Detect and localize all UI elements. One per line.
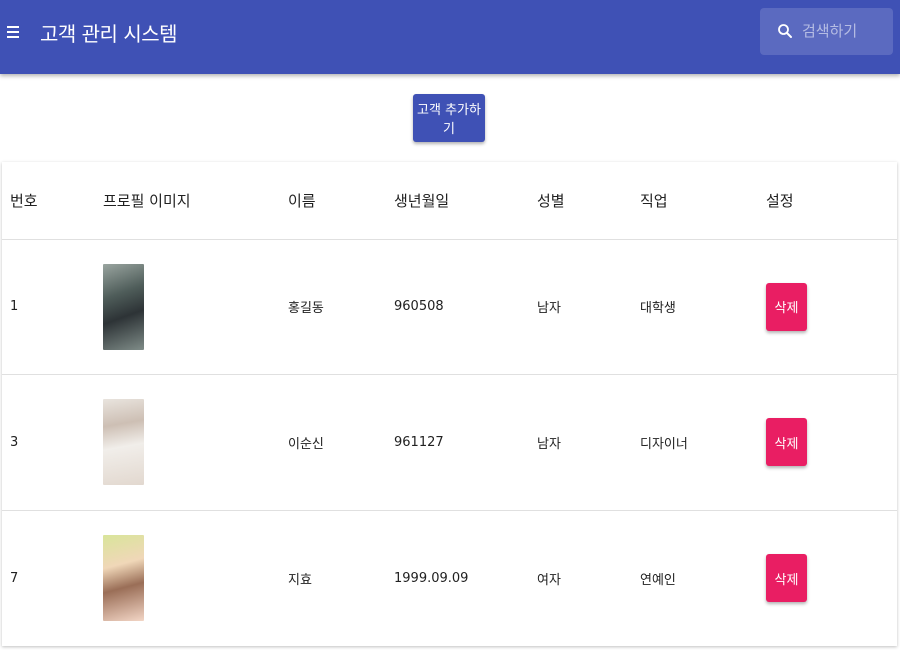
app-bar: 고객 관리 시스템	[0, 0, 900, 74]
cell-birthday: 961127	[386, 374, 529, 510]
cell-id: 1	[2, 238, 94, 375]
cell-id: 3	[2, 374, 94, 510]
table-header-row: 번호 프로필 이미지 이름 생년월일 성별 직업 설정	[2, 162, 897, 239]
customer-table-card: 번호 프로필 이미지 이름 생년월일 성별 직업 설정 1 홍길동 960508…	[2, 162, 897, 646]
header-name: 이름	[288, 191, 316, 210]
table-row: 1 홍길동 960508 남자 대학생 삭제	[2, 238, 897, 375]
cell-gender: 남자	[529, 374, 632, 510]
cell-name: 홍길동	[280, 238, 386, 375]
profile-image	[103, 535, 144, 621]
header-profile-image: 프로필 이미지	[103, 191, 191, 210]
cell-name: 이순신	[280, 374, 386, 510]
cell-id: 7	[2, 509, 94, 646]
header-settings: 설정	[766, 191, 794, 210]
menu-icon[interactable]	[4, 22, 24, 42]
cell-name: 지효	[280, 509, 386, 646]
cell-gender: 여자	[529, 509, 632, 646]
search-icon	[778, 24, 792, 38]
cell-gender: 남자	[529, 238, 632, 375]
add-customer-button[interactable]: 고객 추가하기	[413, 94, 485, 142]
header-number: 번호	[10, 191, 38, 210]
app-title: 고객 관리 시스템	[40, 22, 178, 46]
cell-job: 디자이너	[632, 374, 758, 510]
delete-button[interactable]: 삭제	[766, 554, 807, 602]
delete-button[interactable]: 삭제	[766, 282, 807, 331]
search-box[interactable]	[760, 8, 893, 55]
customer-table: 번호 프로필 이미지 이름 생년월일 성별 직업 설정 1 홍길동 960508…	[2, 162, 897, 646]
cell-birthday: 960508	[386, 238, 529, 375]
table-row: 3 이순신 961127 남자 디자이너 삭제	[2, 374, 897, 510]
header-job: 직업	[640, 191, 668, 210]
delete-button[interactable]: 삭제	[766, 418, 807, 467]
header-gender: 성별	[537, 191, 565, 210]
header-birthday: 생년월일	[394, 191, 450, 210]
cell-birthday: 1999.09.09	[386, 509, 529, 646]
table-row: 7 지효 1999.09.09 여자 연예인 삭제	[2, 509, 897, 646]
profile-image	[103, 263, 144, 350]
search-input[interactable]	[802, 18, 888, 44]
cell-job: 연예인	[632, 509, 758, 646]
profile-image	[103, 399, 144, 486]
cell-job: 대학생	[632, 238, 758, 375]
